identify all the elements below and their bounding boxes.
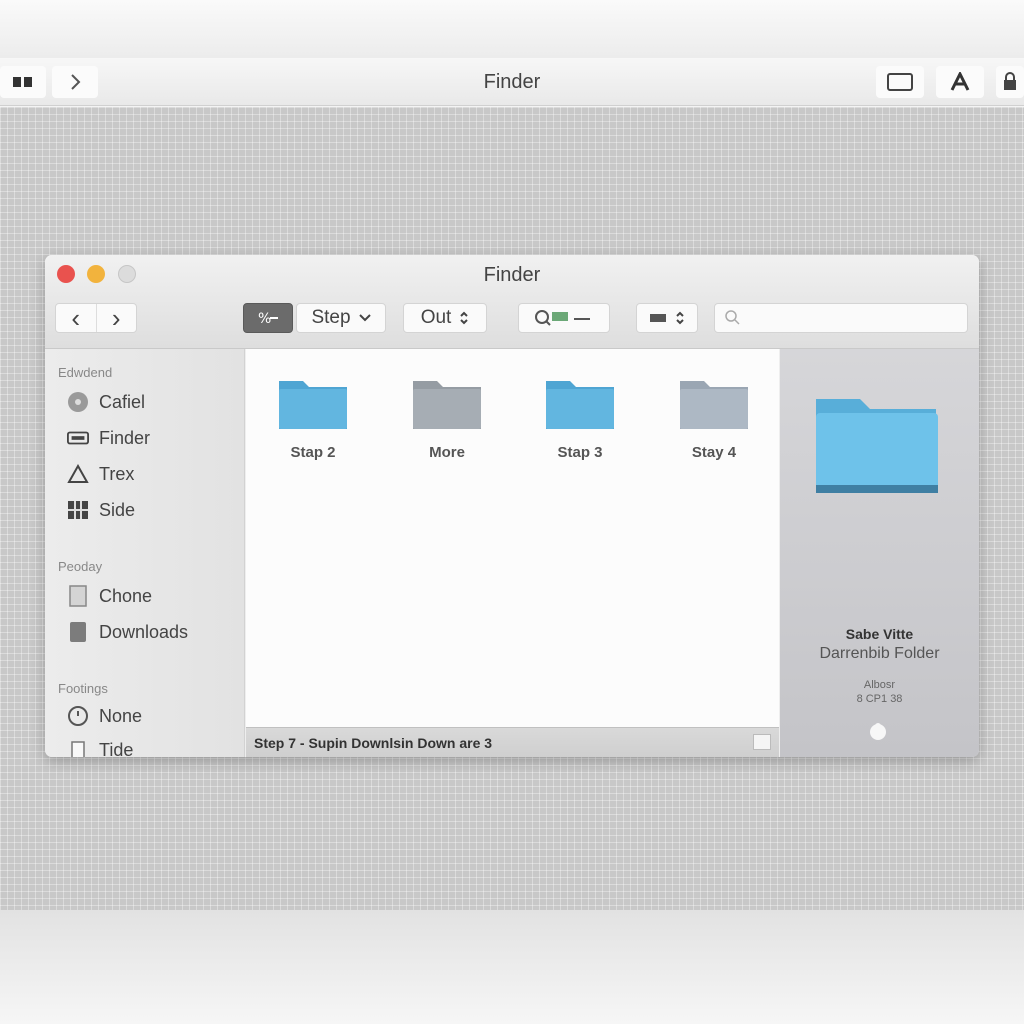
sidebar-item-chone[interactable]: Chone xyxy=(67,583,152,609)
sidebar-item-label: Chone xyxy=(99,585,153,606)
folder-item[interactable]: Stap 3 xyxy=(525,373,635,461)
display-icon xyxy=(67,427,89,449)
sidebar-item-finder[interactable]: Finder xyxy=(67,425,150,451)
file-icon xyxy=(67,739,89,757)
chevron-down-icon xyxy=(358,314,371,322)
info-icon[interactable] xyxy=(868,721,888,741)
status-bar: Step 7 - Supin Downlsin Down are 3 xyxy=(246,727,779,757)
action-icon-button[interactable]: % xyxy=(243,303,293,333)
sidebar-item-label: Trex xyxy=(99,463,135,484)
sidebar-item-tide[interactable]: Tide xyxy=(67,737,133,757)
sidebar-item-label: Tide xyxy=(99,739,134,758)
stepper-icon xyxy=(460,311,469,325)
grid-icon xyxy=(67,499,89,521)
lock-icon xyxy=(1004,72,1016,90)
folder-icon xyxy=(680,381,748,429)
folder-icon xyxy=(413,381,481,429)
preview-meta: 8 CP1 38 xyxy=(856,693,903,705)
sidebar-heading: Edwdend xyxy=(58,365,113,380)
forward-button-toolbar[interactable]: › xyxy=(97,304,137,332)
action-dropdown-label: Step xyxy=(311,307,351,328)
search-icon xyxy=(725,310,740,325)
downloads-icon xyxy=(67,621,89,643)
folder-item[interactable]: Stay 4 xyxy=(659,373,769,461)
window-icon xyxy=(887,73,913,91)
sidebar-item-label: Side xyxy=(99,499,136,520)
action-icon: % xyxy=(258,311,278,327)
action-dropdown[interactable]: Step xyxy=(296,303,386,333)
sidebar-item-label: Finder xyxy=(99,427,151,448)
preview-pane: Sabe Vitte Darrenbib Folder Albosr 8 CP1… xyxy=(780,349,979,757)
sort-dropdown-label: Out xyxy=(420,307,452,328)
apps-icon xyxy=(67,463,89,485)
preview-kind: Darrenbib Folder xyxy=(819,645,940,662)
folder-item[interactable]: More xyxy=(392,373,502,461)
folder-item[interactable]: Stap 2 xyxy=(258,373,368,461)
sort-dropdown[interactable]: Out xyxy=(403,303,487,333)
disc-icon xyxy=(67,391,89,413)
folder-name: More xyxy=(429,444,465,461)
sidebar-item-label: Downloads xyxy=(99,621,189,642)
sidebar-heading: Footings xyxy=(58,681,108,696)
bottom-fade xyxy=(0,910,1024,1024)
top-fade xyxy=(0,0,1024,58)
sidebar-item-label: Cafiel xyxy=(99,391,146,412)
window-button[interactable] xyxy=(876,66,924,98)
folder-name: Stap 3 xyxy=(557,444,603,461)
menu-bar-title: Finder xyxy=(483,71,541,93)
sidebar-item-trex[interactable]: Trex xyxy=(67,461,134,487)
sidebar-item-downloads[interactable]: Downloads xyxy=(67,619,188,645)
sidebar-item-none[interactable]: None xyxy=(67,703,142,729)
sidebar: Edwdend Cafiel Finder Trex Side Peoday C… xyxy=(45,349,245,757)
sidebar-item-cafiel[interactable]: Cafiel xyxy=(67,389,145,415)
folder-name: Stay 4 xyxy=(691,444,737,461)
stepper-icon xyxy=(676,311,684,325)
back-button[interactable]: ‹ xyxy=(56,304,97,332)
title-bar[interactable]: Finder ‹ › % Step Out xyxy=(45,255,979,349)
view-options-icon xyxy=(535,310,590,326)
text-button[interactable] xyxy=(936,66,984,98)
folder-icon xyxy=(546,381,614,429)
list-view-icon xyxy=(650,314,666,322)
view-mode-dropdown[interactable] xyxy=(636,303,698,333)
folder-name: Stap 2 xyxy=(290,444,336,461)
status-resize-icon[interactable] xyxy=(753,734,771,750)
preview-name: Sabe Vitte xyxy=(845,626,914,642)
lock-button[interactable] xyxy=(996,66,1024,98)
sidebar-item-label: None xyxy=(99,705,143,726)
text-icon xyxy=(950,72,970,91)
document-icon xyxy=(67,585,89,607)
menu-bar: Finder xyxy=(0,58,1024,106)
folder-icon xyxy=(279,381,347,429)
finder-window: Finder ‹ › % Step Out Edwdend Cafiel Fin… xyxy=(45,255,979,757)
preview-meta: Albosr xyxy=(863,679,896,691)
view-options-button[interactable] xyxy=(518,303,610,333)
file-browser: Stap 2 More Stap 3 Stay 4 xyxy=(246,349,779,727)
back-forward-control: ‹ › xyxy=(55,303,137,333)
clock-icon xyxy=(67,705,89,727)
sidebar-heading: Peoday xyxy=(58,559,103,574)
sidebar-item-side[interactable]: Side xyxy=(67,497,135,523)
svg-text:%: % xyxy=(258,311,271,327)
preview-folder-icon xyxy=(816,399,938,493)
search-field[interactable] xyxy=(714,303,968,333)
status-text: Step 7 - Supin Downlsin Down are 3 xyxy=(254,735,493,751)
window-title: Finder xyxy=(483,264,541,286)
